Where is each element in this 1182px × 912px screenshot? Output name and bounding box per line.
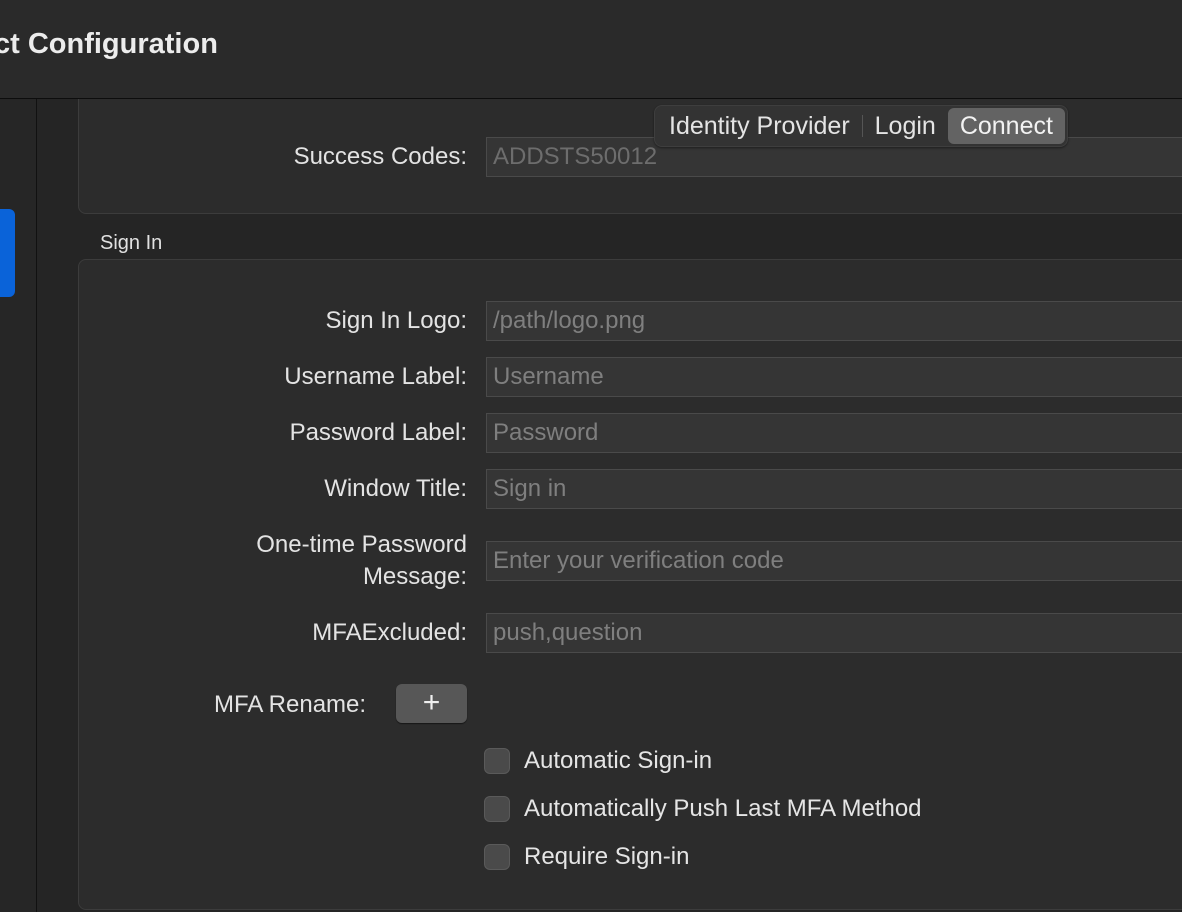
mfa-excluded-field[interactable]: push,question xyxy=(486,613,1182,653)
mfa-excluded-label: MFAExcluded: xyxy=(312,619,467,646)
auto-push-mfa-checkbox[interactable] xyxy=(484,796,510,822)
password-label-field[interactable]: Password xyxy=(486,413,1182,453)
username-label-label: Username Label: xyxy=(284,363,467,390)
auto-push-mfa-label: Automatically Push Last MFA Method xyxy=(524,795,922,822)
window-title-field[interactable]: Sign in xyxy=(486,469,1182,509)
password-label-label: Password Label: xyxy=(289,419,467,446)
sidebar xyxy=(0,99,37,912)
require-sign-in-label: Require Sign-in xyxy=(524,843,690,870)
tab-bar: Identity Provider Login Connect xyxy=(654,105,1068,147)
mfa-rename-label: MFA Rename: xyxy=(214,691,367,718)
require-sign-in-checkbox[interactable] xyxy=(484,844,510,870)
username-label-field[interactable]: Username xyxy=(486,357,1182,397)
tab-login[interactable]: Login xyxy=(863,108,948,144)
tab-connect[interactable]: Connect xyxy=(947,108,1065,144)
otp-message-label-line2: Message: xyxy=(362,563,467,590)
sign-in-logo-field[interactable]: /path/logo.png xyxy=(486,301,1182,341)
automatic-sign-in-checkbox[interactable] xyxy=(484,748,510,774)
otp-message-field[interactable]: Enter your verification code xyxy=(486,541,1182,581)
title-bar: ct Configuration xyxy=(0,0,1182,99)
success-codes-label: Success Codes: xyxy=(293,143,467,170)
plus-icon: + xyxy=(422,686,441,719)
automatic-sign-in-row[interactable]: Automatic Sign-in xyxy=(484,745,712,777)
automatic-sign-in-label: Automatic Sign-in xyxy=(524,747,713,774)
main-content: Identity Provider Login Connect Success … xyxy=(37,99,1182,912)
sign-in-logo-label: Sign In Logo: xyxy=(325,307,467,334)
require-sign-in-row[interactable]: Require Sign-in xyxy=(484,841,689,873)
sidebar-selected-item[interactable] xyxy=(0,209,15,297)
sign-in-section-title: Sign In xyxy=(100,232,163,254)
auto-push-mfa-row[interactable]: Automatically Push Last MFA Method xyxy=(484,793,922,825)
window-title: ct Configuration xyxy=(0,28,218,60)
otp-message-label-line1: One-time Password xyxy=(256,531,467,558)
mfa-rename-add-button[interactable]: + xyxy=(396,684,467,723)
tab-identity-provider[interactable]: Identity Provider xyxy=(657,108,862,144)
window-title-label: Window Title: xyxy=(324,475,467,502)
